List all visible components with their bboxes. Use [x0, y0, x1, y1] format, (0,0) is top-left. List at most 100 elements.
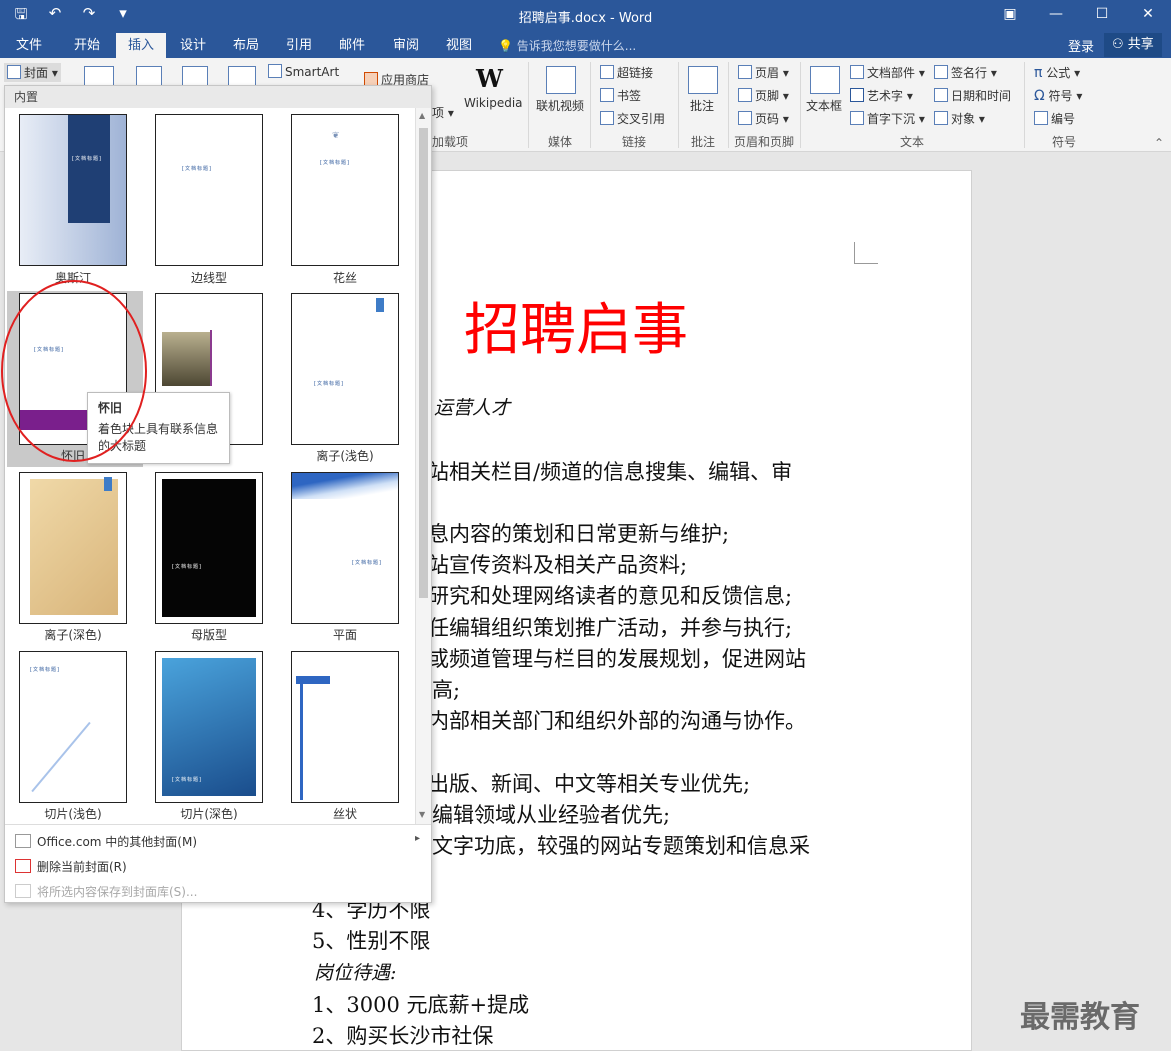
scroll-down-icon[interactable]: ▼ [419, 810, 425, 819]
share-button[interactable]: ⚇ 共享 [1104, 33, 1162, 57]
object-label: 对象 [951, 112, 976, 126]
date-time-icon [934, 88, 948, 102]
cover-filigree[interactable]: ❦ [文档标题] [291, 114, 399, 266]
more-covers-menu-item[interactable]: Office.com 中的其他封面(M) [15, 833, 197, 850]
cover-page-gallery: 内置 ▲ ▼ [文档标题] 奥斯汀 [文档标题] 边线型 ❦ [文档标题] 花丝… [4, 85, 432, 903]
tell-me-box[interactable]: 💡 告诉我您想要做什么... [498, 37, 636, 54]
online-video-icon[interactable] [546, 66, 576, 94]
cover-sideline[interactable]: [文档标题] [155, 114, 263, 266]
cover-flat[interactable]: [文档标题] [291, 472, 399, 624]
bookmark-label: 书签 [617, 89, 642, 103]
tab-references[interactable]: 引用 [274, 33, 324, 58]
gallery-header: 内置 [5, 86, 431, 108]
save-to-gallery-menu-item: 将所选内容保存到封面库(S)... [15, 883, 197, 900]
cover-motion[interactable]: [文档标题] [155, 472, 263, 624]
collapse-ribbon-icon[interactable]: ⌃ [1154, 136, 1164, 150]
group-links-label: 链接 [622, 135, 647, 149]
footer-label: 页脚 [755, 89, 780, 103]
save-to-gallery-label: 将所选内容保存到封面库(S)... [37, 885, 198, 899]
equation-button[interactable]: π 公式 ▾ [1034, 64, 1080, 81]
cover-label-motion: 母版型 [190, 628, 227, 642]
my-addins-button[interactable]: 项 ▾ [432, 104, 454, 121]
doc-line: 岗位待遇: [314, 962, 397, 984]
close-icon[interactable]: ✕ [1125, 0, 1171, 30]
object-icon [934, 111, 948, 125]
cover-austin[interactable]: [文档标题] [19, 114, 127, 266]
watermark-logo: 最需教育 [1020, 1000, 1140, 1035]
textbox-icon[interactable] [810, 66, 840, 94]
flat-wave [292, 473, 398, 499]
group-text-label: 文本 [900, 135, 925, 149]
doc-line: 研究和处理网络读者的意见和反馈信息; [428, 584, 793, 608]
wisp-line [300, 680, 303, 800]
dropcap-button[interactable]: 首字下沉 ▾ [850, 110, 925, 127]
object-button[interactable]: 对象 ▾ [934, 110, 985, 127]
online-video-label[interactable]: 联机视频 [536, 97, 584, 114]
gallery-scrollbar[interactable]: ▲ ▼ [415, 108, 431, 824]
smartart-button[interactable]: SmartArt [268, 64, 339, 79]
tab-mailings[interactable]: 邮件 [327, 33, 377, 58]
hyperlink-button[interactable]: 超链接 [600, 64, 653, 81]
minimize-icon[interactable]: — [1033, 0, 1079, 30]
doc-line: 运营人才 [434, 397, 511, 419]
remove-cover-icon [15, 859, 31, 873]
cover-label-flat: 平面 [332, 628, 357, 642]
tab-insert[interactable]: 插入 [116, 33, 167, 58]
tab-design[interactable]: 设计 [168, 33, 218, 58]
tab-layout[interactable]: 布局 [221, 33, 271, 58]
cover-placeholder: [文档标题] [172, 564, 202, 570]
tab-home[interactable]: 开始 [62, 33, 112, 58]
bookmark-button[interactable]: 书签 [600, 87, 641, 104]
page-number-button[interactable]: 页码 ▾ [738, 110, 789, 127]
wordart-icon [850, 88, 864, 102]
ribbon-display-icon[interactable]: ▣ [987, 0, 1033, 30]
login-link[interactable]: 登录 [1068, 36, 1094, 55]
textbox-label[interactable]: 文本框 [806, 97, 842, 114]
tab-review[interactable]: 审阅 [381, 33, 431, 58]
group-header-footer-label: 页眉和页脚 [734, 135, 795, 149]
cover-label-slice-dark: 切片(深色) [180, 807, 238, 821]
footer-button[interactable]: 页脚 ▾ [738, 87, 789, 104]
cover-placeholder: [文档标题] [72, 156, 102, 162]
remove-cover-menu-item[interactable]: 删除当前封面(R) [15, 858, 127, 875]
date-time-label: 日期和时间 [951, 89, 1012, 103]
title-bar: 🖫 ↶ ↷ ▾ 招聘启事.docx - Word ▣ — ☐ ✕ [0, 0, 1171, 30]
group-separator [728, 62, 729, 148]
scroll-thumb[interactable] [419, 128, 428, 598]
numbering-label: 编号 [1051, 112, 1076, 126]
header-button[interactable]: 页眉 ▾ [738, 64, 789, 81]
cover-ion-light[interactable]: [文档标题] [291, 293, 399, 445]
cover-placeholder: [文档标题] [320, 160, 350, 166]
group-symbols-label: 符号 [1052, 135, 1077, 149]
wikipedia-label[interactable]: Wikipedia [464, 96, 523, 110]
comment-label[interactable]: 批注 [690, 97, 714, 114]
cross-reference-button[interactable]: 交叉引用 [600, 110, 665, 127]
quick-parts-button[interactable]: 文档部件 ▾ [850, 64, 925, 81]
group-separator [678, 62, 679, 148]
wordart-label: 艺术字 [867, 89, 904, 103]
tab-file[interactable]: 文件 [4, 33, 54, 58]
comment-icon[interactable] [688, 66, 718, 94]
date-time-button[interactable]: 日期和时间 [934, 87, 1011, 104]
wordart-button[interactable]: 艺术字 ▾ [850, 87, 913, 104]
hyperlink-label: 超链接 [617, 66, 654, 80]
cover-placeholder: [文档标题] [30, 667, 60, 673]
cover-wisp[interactable] [291, 651, 399, 803]
semaphore-photo [162, 332, 210, 386]
wikipedia-icon[interactable]: W [476, 64, 503, 93]
numbering-button[interactable]: 编号 [1034, 110, 1075, 127]
hyperlink-icon [600, 65, 614, 79]
cover-ion-dark[interactable] [19, 472, 127, 624]
cover-label-wisp: 丝状 [332, 807, 357, 821]
cover-slice-light[interactable]: [文档标题] [19, 651, 127, 803]
doc-line: 2、购买长沙市社保 [312, 1024, 494, 1048]
cover-slice-dark[interactable]: [文档标题] [155, 651, 263, 803]
motion-dark-panel [162, 479, 256, 617]
scroll-up-icon[interactable]: ▲ [419, 111, 425, 120]
signature-line-button[interactable]: 签名行 ▾ [934, 64, 997, 81]
cross-reference-icon [600, 111, 614, 125]
symbol-button[interactable]: Ω 符号 ▾ [1034, 87, 1082, 104]
tab-view[interactable]: 视图 [434, 33, 484, 58]
cover-page-button[interactable]: 封面 ▾ [4, 63, 61, 82]
maximize-icon[interactable]: ☐ [1079, 0, 1125, 30]
